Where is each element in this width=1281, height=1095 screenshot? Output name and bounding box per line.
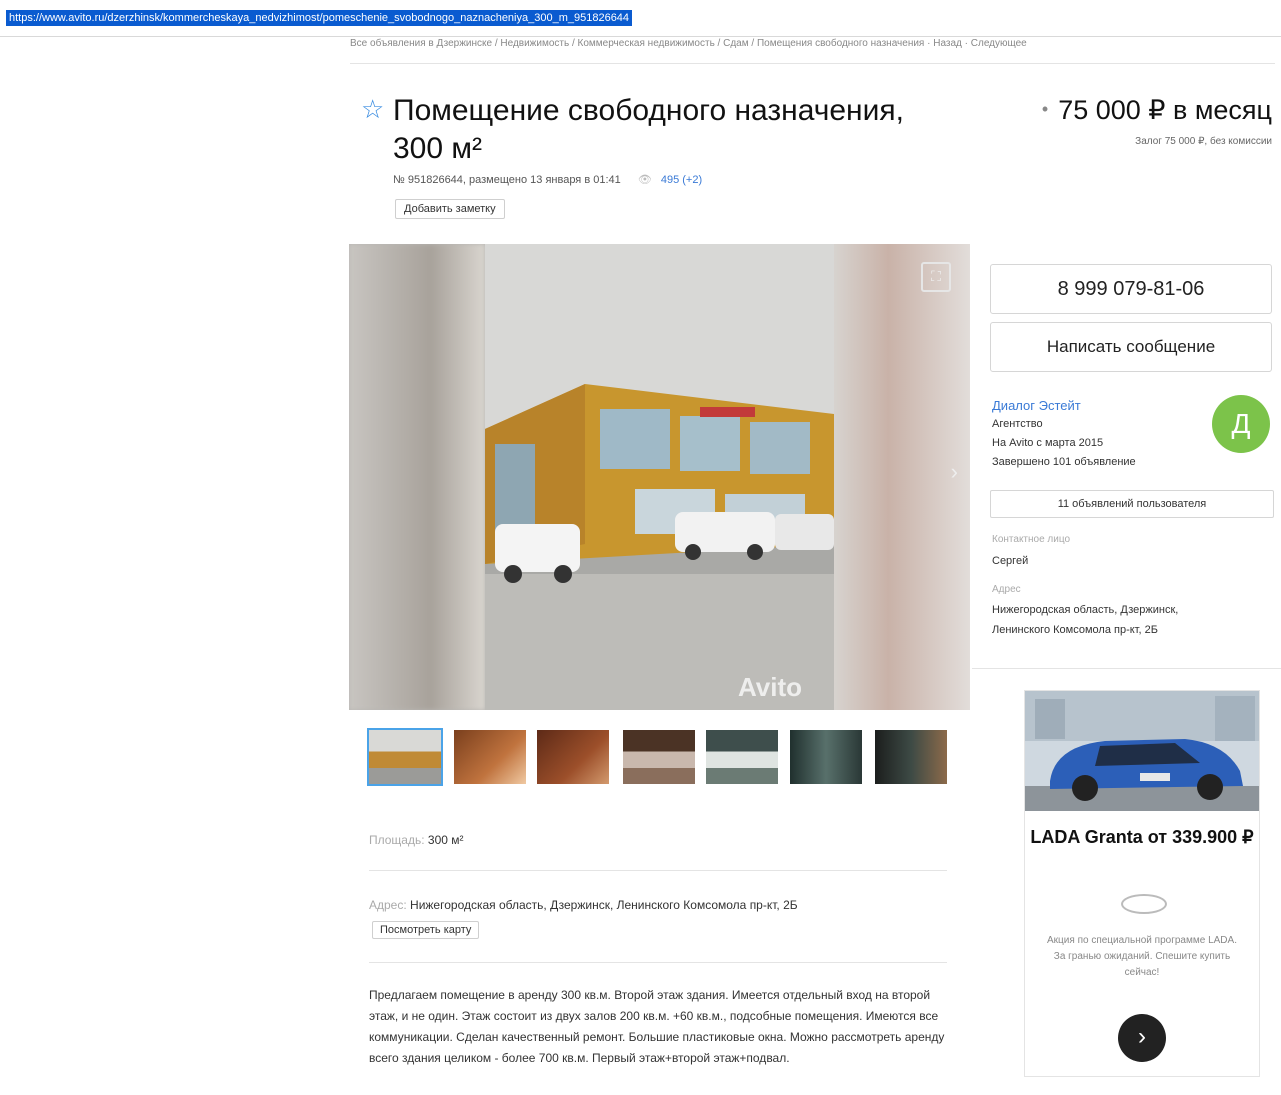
ad-car-image[interactable] [1025,691,1259,811]
next-photo-preview[interactable] [834,244,970,710]
thumbnail-1[interactable] [367,728,443,786]
address-bar[interactable]: https://www.avito.ru/dzerzhinsk/kommerch… [0,6,1281,37]
ad-banner[interactable]: LADA Granta от 339.900 ₽ Акция по специа… [1024,690,1260,1077]
add-note-button[interactable]: Добавить заметку [395,199,505,219]
listing-meta: № 951826644, размещено 13 января в 01:41… [393,173,702,186]
seller-type: Агентство [992,418,1043,430]
contact-label: Контактное лицо [992,534,1071,545]
address-param-label: Адрес: [369,898,407,912]
price-value: 75 000 ₽ в месяц [1058,95,1272,125]
thumbnail-6[interactable] [790,730,862,784]
price-dropdown-icon[interactable]: • [1042,99,1048,119]
thumbnail-5[interactable] [706,730,778,784]
listing-id-date: № 951826644, размещено 13 января в 01:41 [393,174,621,186]
ad-title[interactable]: LADA Granta от 339.900 ₽ [1025,826,1259,848]
breadcrumb[interactable]: Все объявления в Дзержинске / Недвижимос… [350,38,1275,64]
photo-gallery[interactable]: ⛶ › Avito [349,244,970,710]
ad-text: Акция по специальной программе LADA. За … [1047,935,1237,978]
contact-name: Сергей [992,555,1029,567]
thumbnail-7[interactable] [875,730,947,784]
area-label: Площадь: [369,833,425,847]
thumbnail-4[interactable] [623,730,695,784]
chevron-right-icon[interactable]: › [951,459,958,485]
divider [369,962,947,963]
price: • 75 000 ₽ в месяц [1042,95,1272,126]
eye-icon: 👁 [637,174,652,186]
prev-photo-preview[interactable] [349,244,485,710]
thumbnail-2[interactable] [454,730,526,784]
page-title: Помещение свободного назначения, 300 м² [393,94,904,165]
deposit-text: Залог 75 000 ₽, без комиссии [1135,136,1272,147]
favorite-star-icon[interactable]: ☆ [361,96,384,122]
area-param: Площадь: 300 м² [369,833,464,847]
expand-icon[interactable]: ⛶ [921,262,951,292]
seller-completed: Завершено 101 объявление [992,456,1136,468]
seller-address: Нижегородская область, Дзержинск, Ленинс… [992,604,1179,636]
show-map-button[interactable]: Посмотреть карту [372,921,480,939]
avito-watermark: Avito [738,672,803,702]
seller-listings-button[interactable]: 11 объявлений пользователя [990,490,1274,518]
chevron-right-icon[interactable]: › [1118,1014,1166,1062]
seller-name-link[interactable]: Диалог Эстейт [992,398,1081,413]
views-count[interactable]: 495 (+2) [661,174,702,186]
url-text[interactable]: https://www.avito.ru/dzerzhinsk/kommerch… [6,10,633,26]
divider [972,668,1281,669]
lada-logo-icon [1121,894,1167,914]
description-text: Предлагаем помещение в аренду 300 кв.м. … [369,988,945,1065]
seller-since: На Avito с марта 2015 [992,437,1104,449]
area-value: 300 м² [427,833,464,847]
main-photo[interactable] [485,244,834,710]
address-label: Адрес [992,584,1021,595]
thumbnail-3[interactable] [537,730,609,784]
write-message-button[interactable]: Написать сообщение [990,322,1272,372]
show-phone-button[interactable]: 8 999 079-81-06 [990,264,1272,314]
avatar[interactable]: Д [1212,395,1270,453]
divider [369,870,947,871]
address-param-value: Нижегородская область, Дзержинск, Ленинс… [410,898,798,912]
address-param: Адрес: Нижегородская область, Дзержинск,… [369,898,798,912]
